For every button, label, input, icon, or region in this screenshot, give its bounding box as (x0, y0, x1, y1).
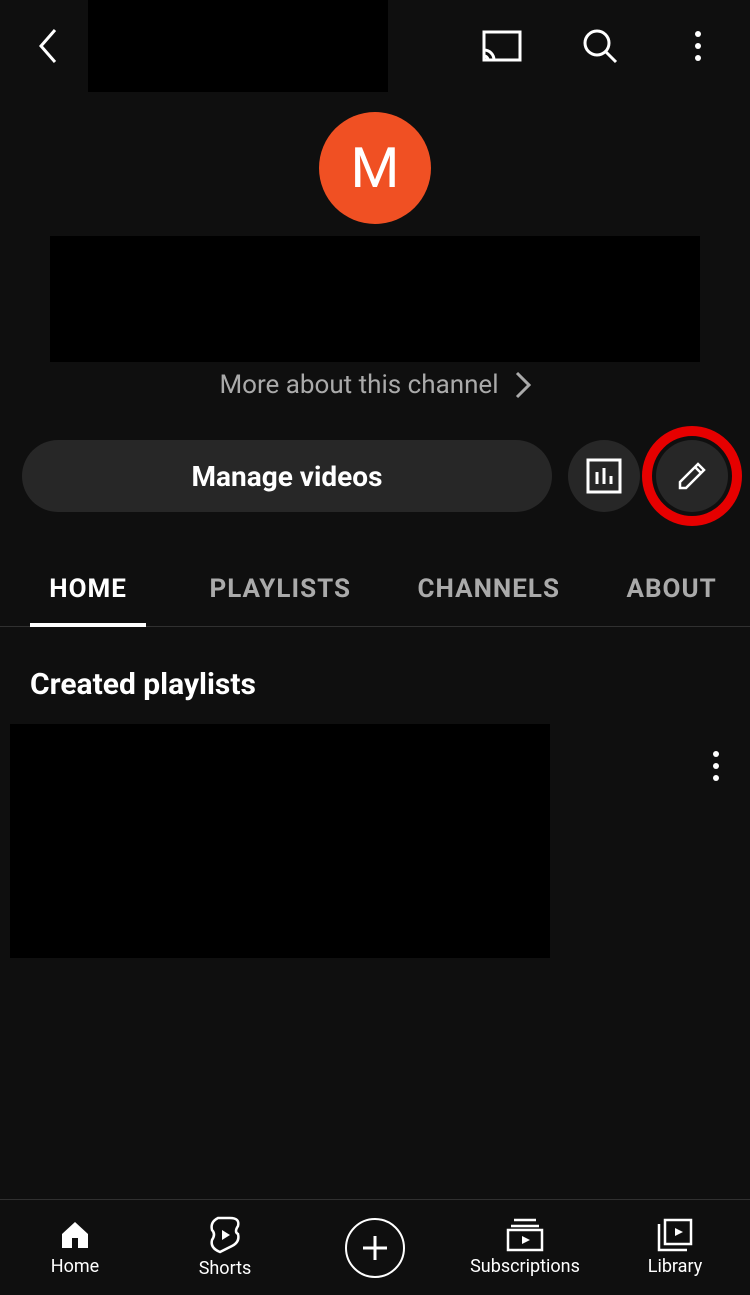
playlist-more-button[interactable] (692, 734, 740, 798)
library-icon (657, 1218, 693, 1252)
analytics-button[interactable] (568, 440, 640, 512)
manage-videos-label: Manage videos (192, 460, 383, 493)
nav-library[interactable]: Library (615, 1218, 735, 1277)
channel-title-block (88, 0, 388, 92)
nav-library-label: Library (648, 1256, 703, 1277)
playlist-item[interactable] (0, 702, 750, 958)
edit-channel-button[interactable] (656, 440, 728, 512)
pencil-icon (674, 458, 710, 494)
channel-avatar[interactable]: M (319, 112, 431, 224)
back-button[interactable] (28, 26, 68, 66)
nav-shorts[interactable]: Shorts (165, 1216, 285, 1279)
shorts-icon (208, 1216, 242, 1254)
manage-videos-button[interactable]: Manage videos (22, 440, 552, 512)
tab-about-label: ABOUT (627, 574, 717, 604)
top-bar (0, 0, 750, 92)
avatar-letter: M (351, 135, 400, 201)
section-created-playlists-title: Created playlists (0, 627, 750, 702)
playlist-thumbnail (10, 724, 550, 958)
more-about-label: More about this channel (219, 370, 498, 400)
search-icon (580, 26, 620, 66)
nav-create[interactable] (315, 1218, 435, 1278)
cast-button[interactable] (478, 22, 526, 70)
tab-playlists[interactable]: PLAYLISTS (176, 556, 384, 626)
more-about-link[interactable]: More about this channel (0, 370, 750, 400)
chevron-left-icon (35, 26, 61, 66)
tab-home-label: HOME (49, 574, 127, 604)
tab-home[interactable]: HOME (0, 556, 176, 626)
home-icon (58, 1218, 92, 1252)
nav-subscriptions-label: Subscriptions (470, 1256, 580, 1277)
tab-about[interactable]: ABOUT (593, 556, 750, 626)
more-vertical-icon (712, 750, 720, 782)
nav-home-label: Home (51, 1256, 99, 1277)
nav-shorts-label: Shorts (199, 1258, 252, 1279)
tab-playlists-label: PLAYLISTS (209, 574, 351, 604)
nav-subscriptions[interactable]: Subscriptions (465, 1218, 585, 1277)
channel-tabs: HOME PLAYLISTS CHANNELS ABOUT (0, 556, 750, 627)
search-button[interactable] (576, 22, 624, 70)
subscriptions-icon (506, 1218, 544, 1252)
more-options-button[interactable] (674, 22, 722, 70)
chevron-right-icon (515, 371, 531, 399)
cast-icon (482, 30, 522, 62)
more-vertical-icon (694, 30, 702, 62)
nav-home[interactable]: Home (15, 1218, 135, 1277)
tab-channels-label: CHANNELS (418, 574, 560, 604)
channel-info-block (50, 236, 700, 362)
analytics-icon (586, 458, 622, 494)
bottom-nav: Home Shorts Subscriptions Lib (0, 1199, 750, 1295)
tab-channels[interactable]: CHANNELS (384, 556, 593, 626)
plus-icon (359, 1232, 391, 1264)
